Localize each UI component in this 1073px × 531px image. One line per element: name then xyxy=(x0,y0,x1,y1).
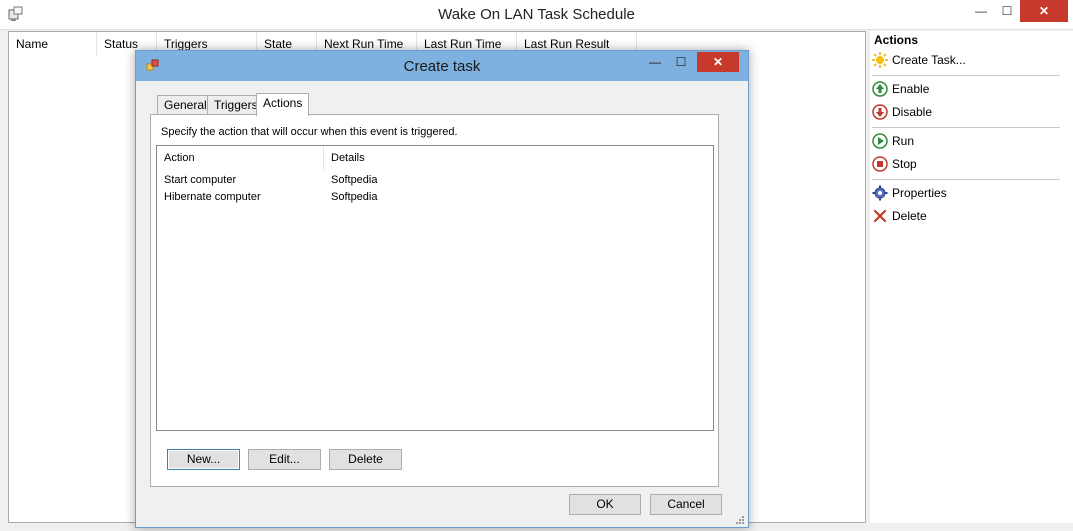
column-header-name[interactable]: Name xyxy=(9,32,97,57)
dialog-minimize-button[interactable]: — xyxy=(642,52,668,72)
stop-action[interactable]: Stop xyxy=(872,154,1062,174)
disable-action[interactable]: Disable xyxy=(872,102,1062,122)
delete-action[interactable]: Delete xyxy=(872,206,1062,226)
column-header-details[interactable]: Details xyxy=(324,146,713,171)
resize-grip-icon[interactable] xyxy=(734,514,744,524)
up-arrow-circle-icon xyxy=(872,81,888,97)
actions-pane: Actions Create Task... Enable Disable Ru… xyxy=(870,31,1073,523)
cancel-button[interactable]: Cancel xyxy=(650,494,722,515)
actions-tab-panel: Specify the action that will occur when … xyxy=(150,114,719,487)
maximize-button[interactable]: ☐ xyxy=(994,0,1020,22)
down-arrow-circle-icon xyxy=(872,104,888,120)
properties-label: Properties xyxy=(892,186,947,200)
action-cell: Hibernate computer xyxy=(164,191,261,203)
action-cell: Start computer xyxy=(164,174,237,186)
new-action-button[interactable]: New... xyxy=(167,449,240,470)
tab-actions[interactable]: Actions xyxy=(256,93,310,116)
gear-icon xyxy=(872,185,888,201)
delete-label: Delete xyxy=(892,209,927,223)
actions-list[interactable]: Action Details Start computer Softpedia … xyxy=(156,145,714,431)
delete-action-button[interactable]: Delete xyxy=(329,449,402,470)
list-item[interactable]: Start computer Softpedia xyxy=(157,172,713,189)
tab-general[interactable]: General xyxy=(157,95,214,115)
enable-label: Enable xyxy=(892,82,930,96)
column-header-action[interactable]: Action xyxy=(157,146,324,171)
create-task-action[interactable]: Create Task... xyxy=(872,50,1062,70)
close-button[interactable]: ✕ xyxy=(1020,0,1068,22)
details-cell: Softpedia xyxy=(331,191,378,203)
create-task-dialog: Create task — ☐ ✕ General Triggers Actio… xyxy=(135,50,749,528)
instruction-text: Specify the action that will occur when … xyxy=(161,126,458,138)
dialog-close-button[interactable]: ✕ xyxy=(697,52,739,72)
stop-label: Stop xyxy=(892,157,917,171)
divider xyxy=(872,75,1060,76)
edit-action-button[interactable]: Edit... xyxy=(248,449,321,470)
play-circle-icon xyxy=(872,133,888,149)
run-action[interactable]: Run xyxy=(872,131,1062,151)
dialog-title-bar: Create task — ☐ ✕ xyxy=(136,51,748,81)
main-title-bar: Wake On LAN Task Schedule — ☐ ✕ xyxy=(0,0,1073,30)
x-icon xyxy=(872,208,888,224)
run-label: Run xyxy=(892,134,915,148)
divider xyxy=(872,127,1060,128)
details-cell: Softpedia xyxy=(331,174,378,186)
actions-pane-title: Actions xyxy=(874,33,919,47)
minimize-button[interactable]: — xyxy=(968,0,994,22)
window-title: Wake On LAN Task Schedule xyxy=(438,6,635,23)
create-task-label: Create Task... xyxy=(892,53,966,67)
properties-action[interactable]: Properties xyxy=(872,183,1062,203)
disable-label: Disable xyxy=(892,105,933,119)
dialog-maximize-button[interactable]: ☐ xyxy=(668,52,694,72)
sun-icon xyxy=(872,52,888,68)
divider xyxy=(872,179,1060,180)
ok-button[interactable]: OK xyxy=(569,494,641,515)
enable-action[interactable]: Enable xyxy=(872,79,1062,99)
stop-circle-icon xyxy=(872,156,888,172)
list-item[interactable]: Hibernate computer Softpedia xyxy=(157,189,713,206)
